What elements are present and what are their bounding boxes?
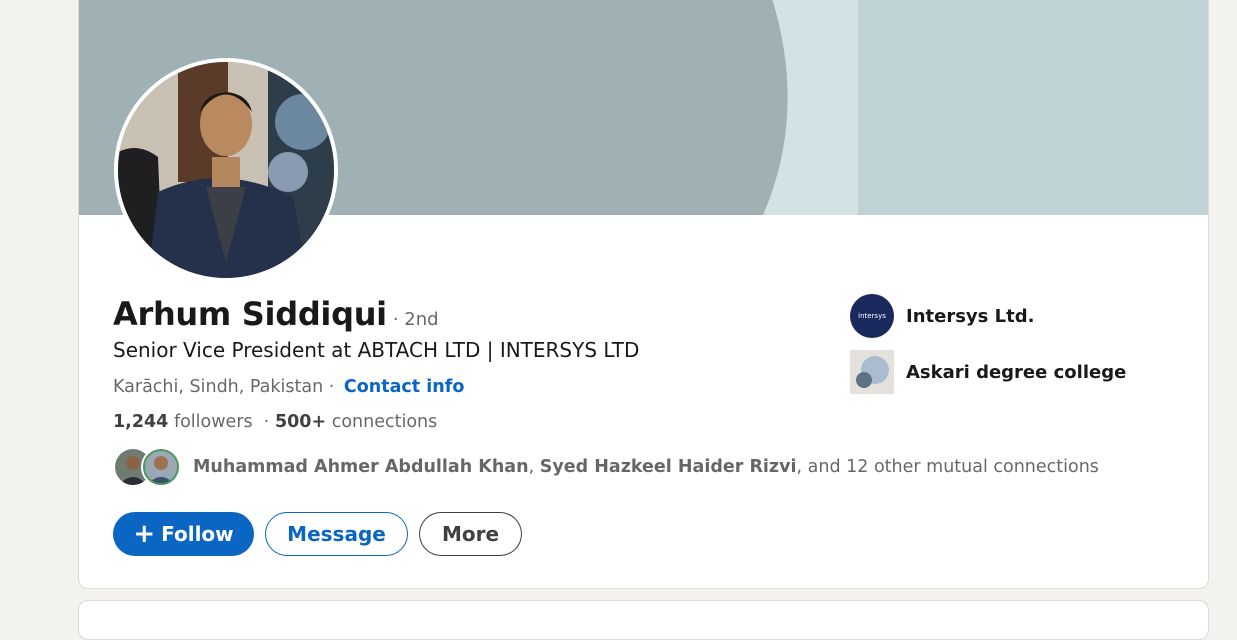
connections-count: 500+ [274,412,327,432]
school-logo-icon [850,350,894,394]
stats-separator: · [263,412,270,432]
plus-icon: + [133,519,156,549]
mutual-rest: , and 12 other mutual connections [796,457,1099,477]
next-section-card [78,600,1209,640]
profile-name: Arhum Siddiqui [113,295,387,333]
avatar [141,447,181,487]
mutual-connections[interactable]: Muhammad Ahmer Abdullah Khan, Syed Hazke… [113,447,1099,487]
company-name: Intersys Ltd. [906,305,1035,327]
mutual-name-2: Syed Hazkeel Haider Rizvi [539,457,797,477]
school-name: Askari degree college [906,361,1127,383]
profile-card: Arhum Siddiqui · 2nd Senior Vice Preside… [78,0,1209,589]
follow-button[interactable]: + Follow [113,512,254,556]
profile-actions: + Follow Message More [113,512,522,556]
mutual-separator: , [528,457,535,477]
company-logo-icon: intersys [850,294,894,338]
location-row: Karāchi, Sindh, Pakistan · Contact info [113,377,464,397]
connections-link[interactable]: 500+ connections [275,412,437,432]
profile-location: Karāchi, Sindh, Pakistan [113,377,324,397]
company-logo-text: intersys [858,312,886,320]
org-education[interactable]: Askari degree college [850,350,1126,394]
profile-photo[interactable] [114,58,338,282]
followers-link[interactable]: 1,244 followers [113,412,253,432]
connections-label: connections [331,412,438,432]
more-button[interactable]: More [419,512,522,556]
followers-count: 1,244 [113,412,169,432]
profile-headline: Senior Vice President at ABTACH LTD | IN… [113,338,640,362]
org-current-company[interactable]: intersys Intersys Ltd. [850,294,1034,338]
followers-label: followers [173,412,253,432]
follow-label: Follow [161,522,234,546]
location-separator: · [328,377,335,397]
stats-row: 1,244 followers · 500+ connections [113,412,437,432]
name-row: Arhum Siddiqui · 2nd [113,295,439,333]
mutual-connections-text: Muhammad Ahmer Abdullah Khan, Syed Hazke… [193,457,1099,477]
message-button[interactable]: Message [265,512,408,556]
contact-info-link[interactable]: Contact info [344,377,464,397]
connection-degree: · 2nd [392,309,439,330]
mutual-name-1: Muhammad Ahmer Abdullah Khan [193,457,529,477]
